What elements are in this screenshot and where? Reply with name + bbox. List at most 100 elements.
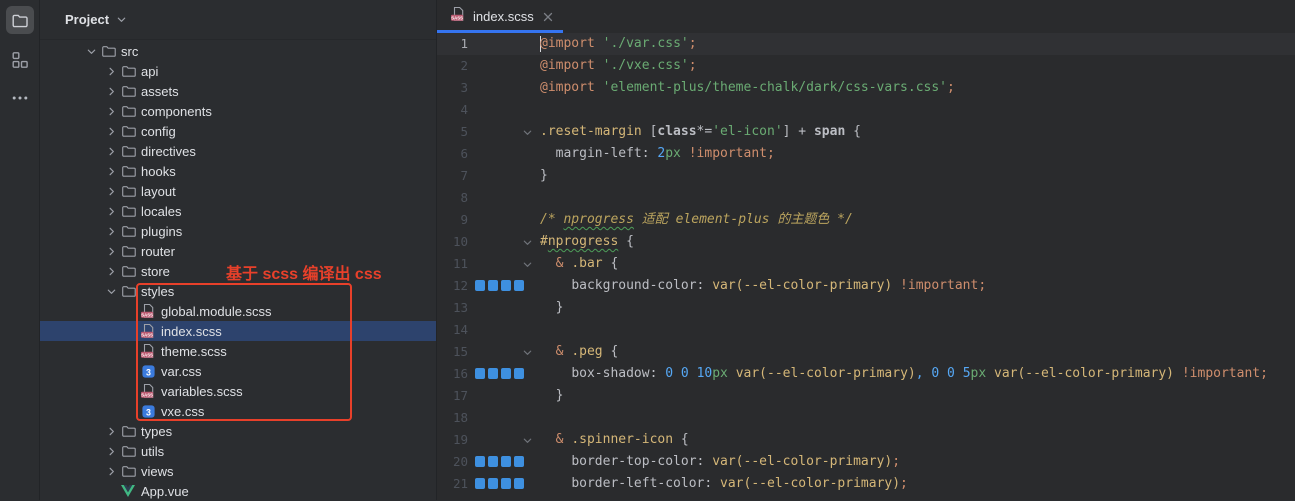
chevron-down-icon[interactable] — [116, 14, 127, 25]
color-swatch-icon[interactable] — [514, 368, 524, 379]
code-line-3[interactable]: 3@import 'element-plus/theme-chalk/dark/… — [437, 77, 1295, 99]
code-line-14[interactable]: 14 — [437, 319, 1295, 341]
tree-item-vxe.css[interactable]: 3vxe.css — [40, 401, 436, 421]
color-swatches[interactable] — [475, 280, 527, 291]
color-swatch-icon[interactable] — [514, 280, 524, 291]
chevron-right-icon[interactable] — [103, 103, 119, 119]
code-line-2[interactable]: 2@import './vxe.css'; — [437, 55, 1295, 77]
code-line-13[interactable]: 13 } — [437, 297, 1295, 319]
color-swatch-icon[interactable] — [488, 456, 498, 467]
project-panel-header[interactable]: Project — [40, 0, 436, 40]
chevron-right-icon[interactable] — [103, 223, 119, 239]
chevron-right-icon[interactable] — [103, 243, 119, 259]
fold-chevron-down-icon[interactable] — [521, 434, 533, 446]
editor: SASS index.scss 1@import './var.css';2@i… — [437, 0, 1295, 500]
tree-item-global.module.scss[interactable]: SASSglobal.module.scss — [40, 301, 436, 321]
code-line-10[interactable]: 10#nprogress { — [437, 231, 1295, 253]
color-swatches[interactable] — [475, 478, 527, 489]
chevron-down-icon[interactable] — [83, 43, 99, 59]
code-line-11[interactable]: 11 & .bar { — [437, 253, 1295, 275]
code-line-16[interactable]: 16 box-shadow: 0 0 10px var(--el-color-p… — [437, 363, 1295, 385]
chevron-down-icon[interactable] — [103, 283, 119, 299]
project-tool-button[interactable] — [6, 6, 34, 34]
tree-item-layout[interactable]: layout — [40, 181, 436, 201]
tree-item-App.vue[interactable]: App.vue — [40, 481, 436, 501]
tree-item-theme.scss[interactable]: SASStheme.scss — [40, 341, 436, 361]
code-line-4[interactable]: 4 — [437, 99, 1295, 121]
code-line-20[interactable]: 20 border-top-color: var(--el-color-prim… — [437, 451, 1295, 473]
color-swatch-icon[interactable] — [488, 368, 498, 379]
tree-item-api[interactable]: api — [40, 61, 436, 81]
color-swatches[interactable] — [475, 368, 527, 379]
code-line-21[interactable]: 21 border-left-color: var(--el-color-pri… — [437, 473, 1295, 495]
tree-item-locales[interactable]: locales — [40, 201, 436, 221]
code-line-18[interactable]: 18 — [437, 407, 1295, 429]
tree-item-label: global.module.scss — [161, 304, 272, 319]
chevron-right-icon[interactable] — [103, 443, 119, 459]
code-line-6[interactable]: 6 margin-left: 2px !important; — [437, 143, 1295, 165]
close-icon[interactable] — [543, 11, 553, 22]
tree-item-directives[interactable]: directives — [40, 141, 436, 161]
chevron-right-icon[interactable] — [103, 63, 119, 79]
code-line-5[interactable]: 5.reset-margin [class*='el-icon'] + span… — [437, 121, 1295, 143]
tree-item-var.css[interactable]: 3var.css — [40, 361, 436, 381]
chevron-right-icon[interactable] — [103, 423, 119, 439]
code-line-19[interactable]: 19 & .spinner-icon { — [437, 429, 1295, 451]
color-swatches[interactable] — [475, 456, 527, 467]
code-line-7[interactable]: 7} — [437, 165, 1295, 187]
tree-item-views[interactable]: views — [40, 461, 436, 481]
color-swatch-icon[interactable] — [501, 368, 511, 379]
code-line-1[interactable]: 1@import './var.css'; — [437, 33, 1295, 55]
fold-chevron-down-icon[interactable] — [521, 346, 533, 358]
tree-item-utils[interactable]: utils — [40, 441, 436, 461]
more-tools-button[interactable] — [6, 84, 34, 112]
tree-item-router[interactable]: router — [40, 241, 436, 261]
fold-chevron-down-icon[interactable] — [521, 258, 533, 270]
tree-item-hooks[interactable]: hooks — [40, 161, 436, 181]
chevron-right-icon[interactable] — [103, 263, 119, 279]
chevron-right-icon[interactable] — [103, 123, 119, 139]
tree-item-src[interactable]: src — [40, 41, 436, 61]
color-swatch-icon[interactable] — [488, 478, 498, 489]
color-swatch-icon[interactable] — [475, 456, 485, 467]
chevron-right-icon[interactable] — [103, 163, 119, 179]
tree-item-variables.scss[interactable]: SASSvariables.scss — [40, 381, 436, 401]
tree-item-types[interactable]: types — [40, 421, 436, 441]
fold-chevron-down-icon[interactable] — [521, 236, 533, 248]
code-line-17[interactable]: 17 } — [437, 385, 1295, 407]
structure-tool-button[interactable] — [6, 46, 34, 74]
code-line-9[interactable]: 9/* nprogress 适配 element-plus 的主题色 */ — [437, 209, 1295, 231]
line-number: 17 — [437, 385, 468, 407]
tree-item-config[interactable]: config — [40, 121, 436, 141]
code-area[interactable]: 1@import './var.css';2@import './vxe.css… — [437, 33, 1295, 500]
chevron-right-icon[interactable] — [103, 463, 119, 479]
code-line-12[interactable]: 12 background-color: var(--el-color-prim… — [437, 275, 1295, 297]
color-swatch-icon[interactable] — [488, 280, 498, 291]
color-swatch-icon[interactable] — [514, 456, 524, 467]
chevron-right-icon[interactable] — [103, 203, 119, 219]
chevron-right-icon[interactable] — [103, 83, 119, 99]
color-swatch-icon[interactable] — [501, 478, 511, 489]
tree-item-styles[interactable]: styles — [40, 281, 436, 301]
code-text: .reset-margin [class*='el-icon'] + span … — [540, 121, 861, 143]
color-swatch-icon[interactable] — [475, 280, 485, 291]
tree-item-components[interactable]: components — [40, 101, 436, 121]
indent-spacer — [123, 303, 139, 319]
tree-item-plugins[interactable]: plugins — [40, 221, 436, 241]
color-swatch-icon[interactable] — [501, 456, 511, 467]
tab-index-scss[interactable]: SASS index.scss — [437, 0, 563, 33]
color-swatch-icon[interactable] — [475, 478, 485, 489]
fold-chevron-down-icon[interactable] — [521, 126, 533, 138]
line-number: 1 — [437, 33, 468, 55]
chevron-right-icon[interactable] — [103, 183, 119, 199]
code-line-15[interactable]: 15 & .peg { — [437, 341, 1295, 363]
css-icon: 3 — [140, 363, 156, 379]
tree-item-assets[interactable]: assets — [40, 81, 436, 101]
code-text: box-shadow: 0 0 10px var(--el-color-prim… — [540, 363, 1268, 385]
chevron-right-icon[interactable] — [103, 143, 119, 159]
color-swatch-icon[interactable] — [514, 478, 524, 489]
tree-item-index.scss[interactable]: SASSindex.scss — [40, 321, 436, 341]
code-line-8[interactable]: 8 — [437, 187, 1295, 209]
color-swatch-icon[interactable] — [501, 280, 511, 291]
color-swatch-icon[interactable] — [475, 368, 485, 379]
